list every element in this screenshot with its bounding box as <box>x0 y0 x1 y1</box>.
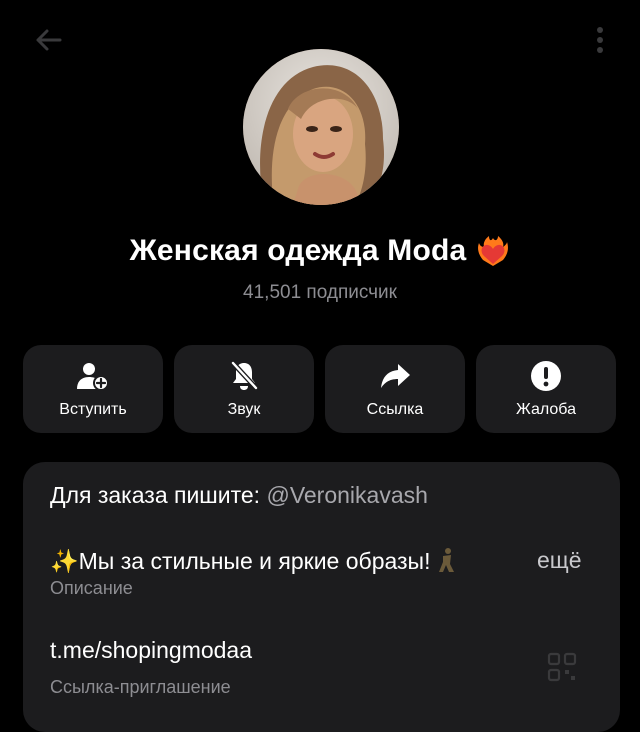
share-arrow-icon <box>381 364 410 388</box>
dancer-emoji-icon <box>438 548 454 572</box>
invite-link[interactable]: t.me/shopingmodaa <box>50 637 252 664</box>
share-link-button[interactable]: Ссылка <box>325 345 465 433</box>
action-buttons-row: Вступить Звук Ссылка Жалоба <box>23 345 618 433</box>
alert-circle-icon <box>531 361 561 391</box>
avatar-portrait-image <box>243 49 399 205</box>
add-user-icon <box>77 363 109 391</box>
invite-link-label: Ссылка-приглашение <box>50 677 231 697</box>
order-contact-prefix: Для заказа пишите: <box>50 482 267 508</box>
description-label: Описание <box>50 578 133 598</box>
channel-title-row: Женская одежда Moda <box>0 234 640 268</box>
channel-info-card: Для заказа пишите: @Veronikavash ✨Мы за … <box>23 462 620 732</box>
arrow-left-icon <box>36 29 62 51</box>
bell-muted-icon <box>230 360 259 391</box>
join-button-label: Вступить <box>59 401 127 418</box>
more-vertical-icon <box>597 27 603 53</box>
share-link-button-label: Ссылка <box>366 401 424 418</box>
subscriber-count: 41,501 подписчик <box>243 282 397 303</box>
join-button[interactable]: Вступить <box>23 345 163 433</box>
burning-heart-icon <box>478 236 509 266</box>
channel-title: Женская одежда Moda <box>129 234 467 267</box>
back-button[interactable] <box>28 22 68 58</box>
order-contact-handle[interactable]: @Veronikavash <box>266 482 427 508</box>
channel-avatar[interactable] <box>243 49 399 205</box>
report-button[interactable]: Жалоба <box>476 345 616 433</box>
order-contact-line: Для заказа пишите: @Veronikavash <box>50 482 428 509</box>
qr-code-icon <box>547 652 577 682</box>
sound-button-label: Звук <box>227 401 261 418</box>
description-body: Мы за стильные и яркие образы! <box>78 548 437 574</box>
show-more-link[interactable]: ещё <box>537 547 582 574</box>
qr-code-button[interactable] <box>547 652 577 682</box>
sparkles-emoji: ✨ <box>50 548 79 574</box>
more-menu-button[interactable] <box>590 20 610 60</box>
description-text[interactable]: ✨Мы за стильные и яркие образы! ещё <box>50 547 590 575</box>
sound-button[interactable]: Звук <box>174 345 314 433</box>
report-button-label: Жалоба <box>516 401 576 418</box>
